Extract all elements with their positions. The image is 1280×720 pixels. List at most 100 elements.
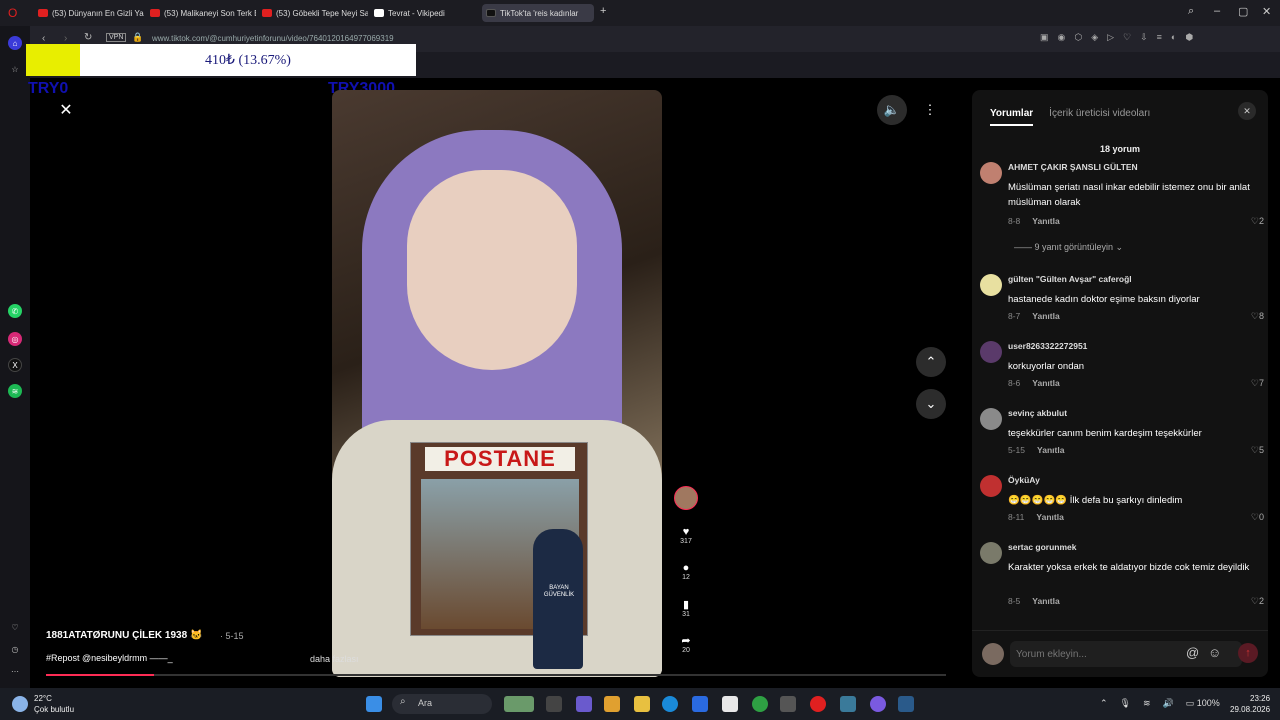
close-video-icon[interactable]: ✕ (56, 100, 76, 120)
browser-tab-active[interactable]: TikTok'ta 'reis kadınlar (482, 4, 594, 22)
wifi-icon[interactable]: ≋ (1143, 698, 1151, 709)
comment-user[interactable]: sevinç akbulut (1008, 408, 1067, 418)
more-icon[interactable]: ⋯ (8, 664, 22, 678)
browser-tab[interactable]: (53) Dünyanın En Gizli Yab (38, 4, 144, 22)
app-icon[interactable] (692, 696, 708, 712)
youtube-icon (150, 9, 160, 17)
avatar[interactable] (980, 542, 1002, 564)
tab-creator-videos[interactable]: İçerik üreticisi videoları (1049, 108, 1150, 126)
reply-button[interactable]: Yanıtla (1032, 311, 1059, 321)
instagram-icon[interactable]: ◎ (8, 332, 22, 346)
avatar[interactable] (980, 408, 1002, 430)
close-window-icon[interactable]: ✕ (1262, 5, 1271, 18)
file-explorer-icon[interactable] (634, 696, 650, 712)
url-field[interactable]: www.tiktok.com/@cumhuriyetinforunu/video… (152, 34, 394, 43)
video-progress-bar[interactable] (46, 674, 946, 676)
comment-meta: 8-6 Yanıtla (1008, 378, 1060, 388)
reload-icon[interactable]: ↻ (84, 32, 92, 43)
comment-button[interactable]: ● 12 (672, 562, 700, 581)
volume-icon[interactable]: 🔊 (1163, 698, 1174, 709)
comment-like[interactable]: ♡7 (1251, 378, 1264, 389)
next-video-button[interactable]: ⌄ (916, 389, 946, 419)
comment-like[interactable]: ♡2 (1251, 216, 1264, 227)
tab-comments[interactable]: Yorumlar (990, 108, 1034, 126)
comment-like[interactable]: ♡8 (1251, 311, 1264, 322)
browser-tab[interactable]: (53) Malikaneyi Son Terk E (150, 4, 256, 22)
mute-icon[interactable]: 🔈 (877, 95, 907, 125)
more-options-icon[interactable]: ⋮ (915, 95, 945, 125)
minimize-icon[interactable]: – (1214, 5, 1220, 17)
like-button[interactable]: ♥ 317 (672, 526, 700, 545)
clock[interactable]: 23:26 29.08.2026 (1230, 693, 1270, 715)
comment-like[interactable]: ♡5 (1251, 445, 1264, 456)
reply-button[interactable]: Yanıtla (1036, 512, 1063, 522)
mic-icon[interactable]: 🎙 (1120, 698, 1131, 709)
new-tab-icon[interactable]: + (600, 5, 606, 17)
browser-tab[interactable]: Tevrat - Vikipedi (374, 4, 480, 22)
comment-like[interactable]: ♡2 (1251, 596, 1264, 607)
browser-tab[interactable]: (53) Göbekli Tepe Neyi Sa (262, 4, 368, 22)
mention-icon[interactable]: @ (1186, 645, 1199, 660)
copilot-icon[interactable] (604, 696, 620, 712)
system-tray[interactable]: ⌃ 🎙 ≋ 🔊 ▭ 100% (1100, 698, 1220, 709)
bookmark-star-icon[interactable]: ☆ (8, 62, 22, 76)
reply-button[interactable]: Yanıtla (1032, 378, 1059, 388)
previous-video-button[interactable]: ⌃ (916, 347, 946, 377)
forward-icon[interactable]: › (64, 33, 67, 44)
opera-icon[interactable] (810, 696, 826, 712)
bookmark-icon: ▮ (682, 599, 690, 611)
home-icon[interactable]: ⌂ (8, 36, 22, 50)
app-icon[interactable] (840, 696, 856, 712)
widgets-icon[interactable] (504, 696, 534, 712)
video-player[interactable]: POSTANE BAYAN GÜVENLİK (332, 90, 662, 677)
steam-icon[interactable] (898, 696, 914, 712)
comment-user[interactable]: gülten "Gülten Avşar" caferoğl (1008, 274, 1132, 284)
more-link[interactable]: daha fazlası (310, 654, 359, 664)
avatar[interactable] (980, 341, 1002, 363)
save-button[interactable]: ▮ 31 (672, 598, 700, 618)
spotify-icon[interactable]: ≋ (8, 384, 22, 398)
maximize-icon[interactable]: ▢ (1238, 5, 1248, 18)
comment-user[interactable]: sertac gorunmek (1008, 542, 1077, 552)
task-view-icon[interactable] (546, 696, 562, 712)
reply-button[interactable]: Yanıtla (1032, 216, 1059, 226)
weather-icon[interactable] (12, 696, 28, 712)
teams-icon[interactable] (576, 696, 592, 712)
history-icon[interactable]: ◷ (8, 642, 22, 656)
share-button[interactable]: ➦ 20 (672, 634, 700, 654)
opera-logo-icon[interactable]: O (8, 4, 18, 22)
avatar[interactable] (980, 475, 1002, 497)
video-subject-face (407, 170, 577, 370)
xbox-icon[interactable] (752, 696, 768, 712)
heart-icon[interactable]: ♡ (8, 620, 22, 634)
chevron-up-icon[interactable]: ⌃ (1100, 698, 1108, 709)
video-author[interactable]: 1881ATATØRUNU ÇİLEK 1938 🐱 (46, 630, 202, 641)
reply-button[interactable]: Yanıtla (1037, 445, 1064, 455)
search-tabs-icon[interactable]: ⌕ (1188, 5, 1194, 18)
discord-icon[interactable] (870, 696, 886, 712)
toolbar-icons[interactable]: ▣◉⬡◈▷♡⇩≡◐⬢ (1040, 32, 1202, 43)
comment-user[interactable]: user8263322272951 (1008, 341, 1087, 351)
edge-icon[interactable] (662, 696, 678, 712)
send-icon[interactable]: ↑ (1238, 643, 1258, 663)
weather-widget[interactable]: 22°C Çok bulutlu (34, 693, 74, 715)
taskbar-search[interactable]: Ara (392, 694, 492, 714)
x-twitter-icon[interactable]: X (8, 358, 22, 372)
comment-like[interactable]: ♡0 (1251, 512, 1264, 523)
reply-button[interactable]: Yanıtla (1032, 596, 1059, 606)
comment-user[interactable]: AHMET ÇAKIR ŞANSLI GÜLTEN (1008, 162, 1138, 172)
view-replies-link[interactable]: —— 9 yanıt görüntüleyin ⌄ (1014, 242, 1123, 253)
store-icon[interactable] (722, 696, 738, 712)
avatar[interactable] (980, 274, 1002, 296)
start-icon[interactable] (366, 696, 382, 712)
vpn-badge[interactable]: VPN (106, 33, 127, 42)
avatar[interactable] (980, 162, 1002, 184)
settings-icon[interactable] (780, 696, 796, 712)
whatsapp-icon[interactable]: ✆ (8, 304, 22, 318)
back-icon[interactable]: ‹ (42, 33, 45, 44)
author-avatar[interactable] (672, 486, 700, 510)
comment-user[interactable]: ÖyküAy (1008, 475, 1040, 485)
close-panel-icon[interactable]: ✕ (1238, 102, 1256, 120)
battery-status[interactable]: ▭ 100% (1186, 698, 1220, 709)
emoji-icon[interactable]: ☺ (1208, 645, 1221, 660)
